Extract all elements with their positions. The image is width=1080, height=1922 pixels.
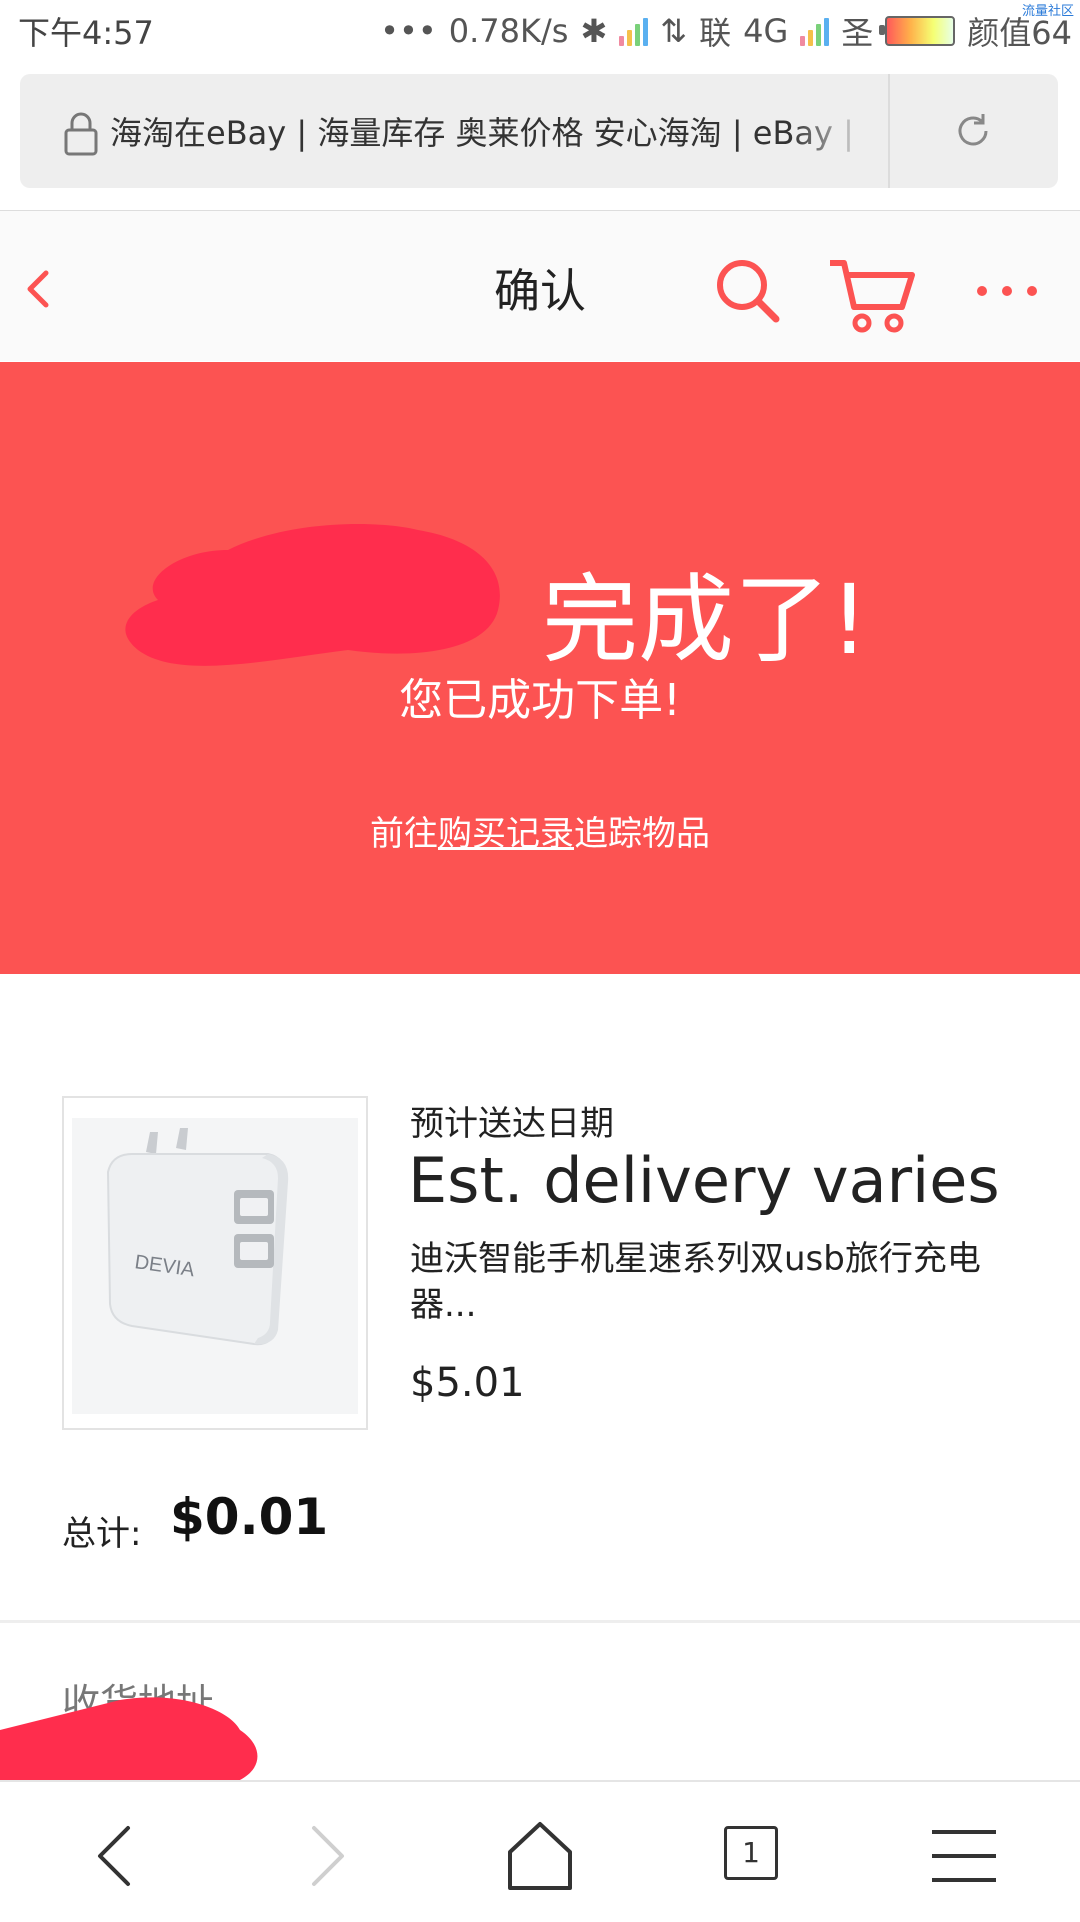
back-arrow-icon[interactable] <box>10 259 70 319</box>
page-header: 确认 <box>0 211 1080 361</box>
signal-bars-2-icon <box>800 16 830 46</box>
total-value: $0.01 <box>170 1488 329 1546</box>
page-title: 确认 <box>494 264 586 318</box>
total-label: 总计: <box>62 1514 142 1554</box>
nav-home-icon[interactable] <box>500 1816 580 1896</box>
status-bar: 下午4:57 ••• 0.78K/s ✱ ⇅ 联 4G 圣 颜值64 流量社区 <box>0 0 1080 64</box>
lock-icon <box>64 112 98 156</box>
carrier-label: 联 <box>699 14 732 52</box>
nav-back-icon[interactable] <box>76 1816 156 1896</box>
browser-toolbar: 海淘在eBay | 海量库存 奥莱价格 安心海淘 | eBay | <box>0 64 1080 211</box>
done-heading: 完成了! <box>542 564 869 676</box>
status-indicators: ••• 0.78K/s ✱ ⇅ 联 4G 圣 颜值64 <box>380 8 1072 54</box>
charger-illustration: DEVIA <box>106 1128 289 1346</box>
redaction-scribble <box>125 524 500 666</box>
section-divider <box>0 1620 1080 1623</box>
item-image[interactable]: DEVIA <box>62 1096 368 1430</box>
charger-photo: DEVIA <box>72 1118 358 1414</box>
search-icon[interactable] <box>712 255 782 325</box>
nav-forward-icon[interactable] <box>286 1816 366 1896</box>
carrier2-label: 圣 <box>841 14 874 52</box>
delivery-label: 预计送达日期 <box>410 1104 614 1144</box>
address-bar[interactable]: 海淘在eBay | 海量库存 奥莱价格 安心海淘 | eBay | <box>20 74 1058 188</box>
track-prefix: 前往 <box>370 814 438 854</box>
order-success-text: 您已成功下单! <box>399 675 681 726</box>
confirmation-banner: 完成了! 您已成功下单! 前往购买记录追踪物品 <box>0 362 1080 974</box>
battery-icon <box>879 16 956 46</box>
more-options-icon[interactable] <box>972 271 1042 311</box>
cart-icon[interactable] <box>826 255 918 335</box>
address-divider <box>888 74 890 188</box>
track-suffix: 追踪物品 <box>574 814 710 854</box>
bluetooth-icon: ✱ <box>580 12 608 50</box>
reload-icon[interactable] <box>948 106 998 156</box>
data-arrows-icon: ⇅ <box>660 12 688 50</box>
network-speed: 0.78K/s <box>448 12 569 50</box>
page-title-url[interactable]: 海淘在eBay | 海量库存 奥莱价格 安心海淘 | eBay | <box>110 108 870 158</box>
item-price: $5.01 <box>410 1360 525 1406</box>
status-time: 下午4:57 <box>18 14 154 52</box>
track-order-text: 前往购买记录追踪物品 <box>0 806 1080 855</box>
nav-menu-icon[interactable] <box>924 1816 1004 1896</box>
signal-bars-icon <box>619 16 649 46</box>
purchase-history-link[interactable]: 购买记录 <box>438 814 574 854</box>
status-dots: ••• <box>380 12 437 50</box>
tabs-count-button[interactable]: 1 <box>724 1826 778 1880</box>
corner-watermark: 流量社区 <box>1021 4 1074 19</box>
item-title[interactable]: 迪沃智能手机星速系列双usb旅行充电器... <box>410 1236 1030 1328</box>
delivery-value: Est. delivery varies <box>408 1144 1000 1217</box>
network-type: 4G <box>743 12 789 50</box>
browser-bottom-nav: 1 <box>0 1780 1080 1922</box>
